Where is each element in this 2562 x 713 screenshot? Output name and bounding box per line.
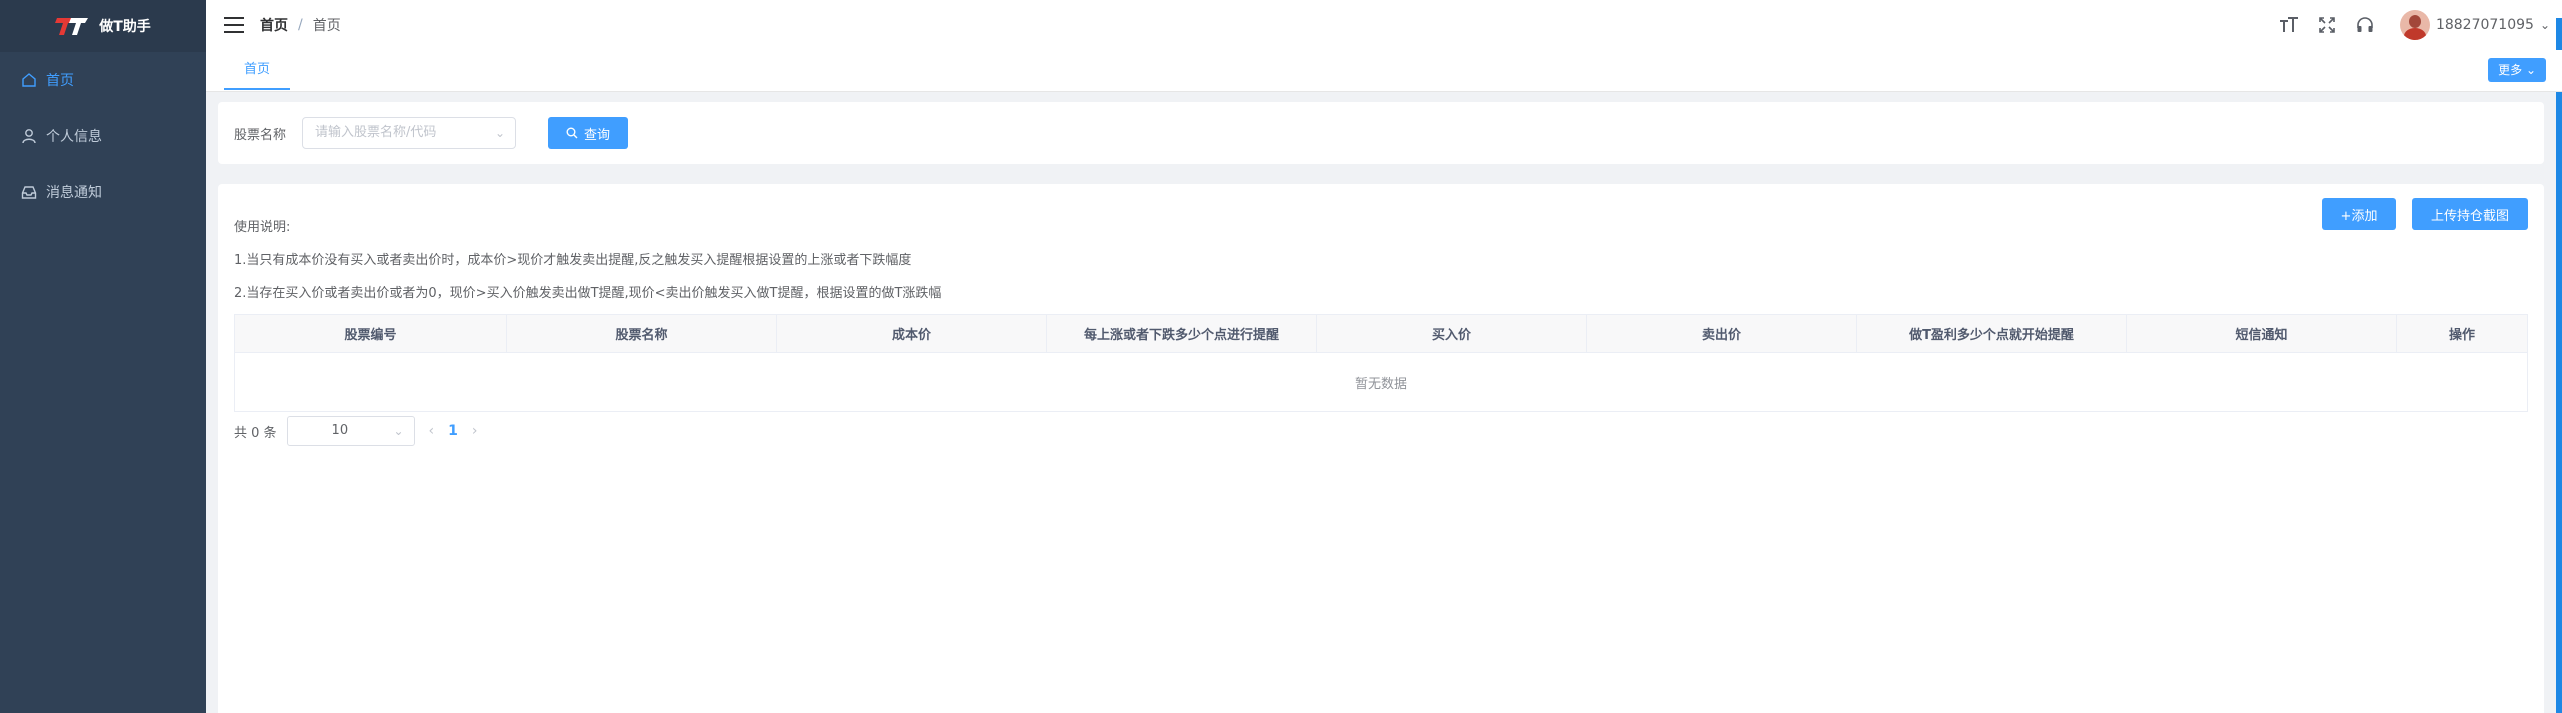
tags-view: 首页 更多 ⌄ xyxy=(206,50,2562,92)
table-empty-text: 暂无数据 xyxy=(1354,376,1407,392)
pagination: 共 0 条 10 ⌄ ‹ 1 › xyxy=(234,416,492,446)
query-button-label: 查询 xyxy=(583,127,610,143)
stock-table: 股票编号 股票名称 成本价 每上涨或者下跌多少个点进行提醒 买入价 卖出价 做T… xyxy=(234,314,2528,412)
chevron-down-icon: ⌄ xyxy=(494,126,505,140)
fullscreen-icon[interactable] xyxy=(2314,12,2340,38)
column-header[interactable]: 股票编号 xyxy=(235,315,507,352)
add-button[interactable]: +添加 xyxy=(2322,198,2396,230)
column-header[interactable]: 卖出价 xyxy=(1587,315,1857,352)
chevron-down-icon: ⌄ xyxy=(2525,63,2536,77)
sidebar-item-home[interactable]: 首页 xyxy=(0,52,206,108)
headset-icon[interactable] xyxy=(2352,12,2378,38)
app-name: 做T助手 xyxy=(99,19,151,35)
sidebar-item-label: 首页 xyxy=(46,73,74,89)
total-count: 共 0 条 xyxy=(234,425,277,441)
main-card: 使用说明: 1.当只有成本价没有买入或者卖出价时，成本价>现价才触发卖出提醒,反… xyxy=(218,184,2544,713)
chevron-right-icon[interactable]: › xyxy=(472,423,478,439)
page-size-select[interactable]: 10 ⌄ xyxy=(286,416,415,446)
stock-search-select[interactable]: 请输入股票名称/代码 ⌄ xyxy=(302,117,516,149)
stock-name-label: 股票名称 xyxy=(234,128,287,143)
user-icon xyxy=(20,127,38,145)
logo-icon xyxy=(55,15,89,37)
window-edge-bar xyxy=(2556,18,2562,713)
breadcrumb-current: 首页 xyxy=(312,18,341,34)
breadcrumb-separator: / xyxy=(298,17,303,33)
page-size-value: 10 xyxy=(331,423,349,438)
usage-title: 使用说明: xyxy=(234,220,291,235)
column-header[interactable]: 股票名称 xyxy=(507,315,777,352)
right-menu: 18827071095 ⌄ xyxy=(2270,0,2550,50)
inbox-icon xyxy=(20,183,38,201)
username[interactable]: 18827071095 xyxy=(2436,17,2534,33)
sidebar-item-label: 消息通知 xyxy=(46,185,102,201)
breadcrumb-home[interactable]: 首页 xyxy=(260,15,288,35)
top-navbar: 首页 / 首页 18827071095 ⌄ xyxy=(206,0,2562,50)
chevron-left-icon[interactable]: ‹ xyxy=(429,423,435,439)
more-button[interactable]: 更多 ⌄ xyxy=(2488,58,2546,82)
app-logo[interactable]: 做T助手 xyxy=(0,0,206,52)
page-number[interactable]: 1 xyxy=(448,423,458,439)
usage-line-1: 1.当只有成本价没有买入或者卖出价时，成本价>现价才触发卖出提醒,反之触发买入提… xyxy=(234,253,912,268)
tab-home[interactable]: 首页 xyxy=(224,50,291,90)
sidebar: 做T助手 首页 个人信息 消息通知 xyxy=(0,0,206,713)
font-size-icon[interactable] xyxy=(2276,12,2302,38)
sidebar-item-notifications[interactable]: 消息通知 xyxy=(0,164,206,220)
column-header[interactable]: 买入价 xyxy=(1317,315,1587,352)
avatar[interactable] xyxy=(2399,10,2430,40)
stock-search-placeholder: 请输入股票名称/代码 xyxy=(315,125,437,140)
query-button[interactable]: 查询 xyxy=(548,117,628,149)
chevron-down-icon: ⌄ xyxy=(393,424,404,438)
table-header: 股票编号 股票名称 成本价 每上涨或者下跌多少个点进行提醒 买入价 卖出价 做T… xyxy=(235,315,2527,353)
column-header[interactable]: 做T盈利多少个点就开始提醒 xyxy=(1857,315,2127,352)
column-header[interactable]: 成本价 xyxy=(777,315,1047,352)
chevron-down-icon[interactable]: ⌄ xyxy=(2540,18,2550,32)
search-card: 股票名称 请输入股票名称/代码 ⌄ 查询 xyxy=(218,102,2544,164)
hamburger-icon[interactable] xyxy=(224,17,244,33)
sidebar-item-label: 个人信息 xyxy=(46,129,102,145)
search-icon xyxy=(566,127,578,139)
usage-line-2: 2.当存在买入价或者卖出价或者为0，现价>买入价触发卖出做T提醒,现价<卖出价触… xyxy=(234,286,942,301)
more-button-label: 更多 xyxy=(2498,63,2523,77)
sidebar-item-profile[interactable]: 个人信息 xyxy=(0,108,206,164)
column-header[interactable]: 短信通知 xyxy=(2127,315,2397,352)
column-header[interactable]: 每上涨或者下跌多少个点进行提醒 xyxy=(1047,315,1317,352)
column-header[interactable]: 操作 xyxy=(2397,315,2527,352)
upload-screenshot-button[interactable]: 上传持仓截图 xyxy=(2412,198,2528,230)
home-icon xyxy=(20,71,38,89)
